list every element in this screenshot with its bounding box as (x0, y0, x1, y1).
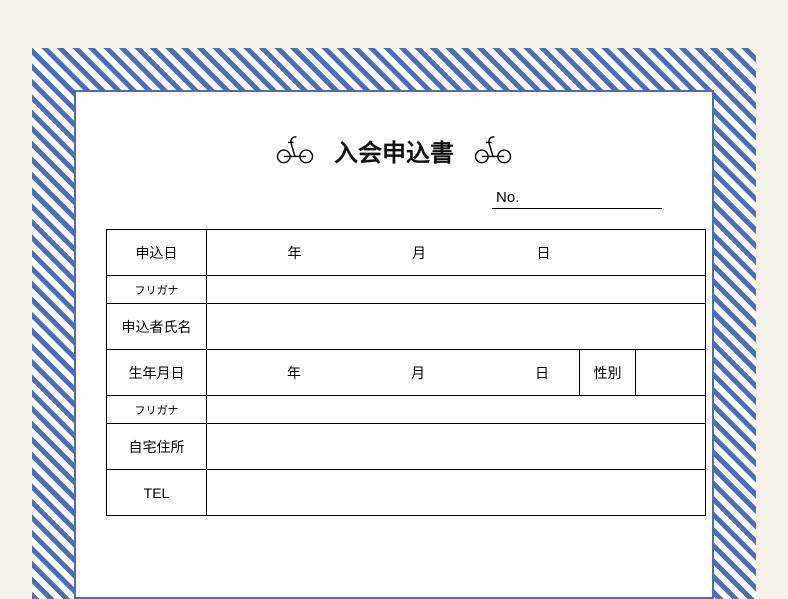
bicycle-icon (274, 132, 316, 169)
applicant-name-label: 申込者氏名 (107, 304, 207, 350)
application-form-table: 申込日 年 月 日 フリガナ 申込者氏名 生年月日 (106, 229, 706, 516)
furigana2-cell[interactable] (207, 396, 706, 424)
no-label: No. (496, 189, 519, 206)
application-date-label: 申込日 (107, 230, 207, 276)
gender-label: 性別 (580, 350, 636, 396)
day-unit: 日 (537, 245, 551, 261)
page-title: 入会申込書 (334, 133, 454, 168)
day-unit: 日 (535, 365, 549, 381)
home-address-cell[interactable] (207, 424, 706, 470)
year-unit: 年 (287, 365, 301, 381)
year-unit: 年 (288, 245, 302, 261)
home-address-label: 自宅住所 (107, 424, 207, 470)
tel-label: TEL (107, 470, 207, 516)
application-date-cell[interactable]: 年 月 日 (207, 230, 706, 276)
no-field[interactable]: No. (492, 187, 662, 209)
applicant-name-cell[interactable] (207, 304, 706, 350)
month-unit: 月 (412, 245, 426, 261)
decorative-border: 入会申込書 No. (32, 48, 756, 599)
gender-cell[interactable] (636, 350, 706, 396)
furigana1-cell[interactable] (207, 276, 706, 304)
bicycle-icon (472, 132, 514, 169)
furigana2-label: フリガナ (107, 396, 207, 424)
tel-cell[interactable] (207, 470, 706, 516)
birthday-date-cell[interactable]: 年 月 日 (207, 350, 580, 396)
no-row: No. (106, 187, 682, 209)
birthday-label: 生年月日 (107, 350, 207, 396)
form-page: 入会申込書 No. (74, 90, 714, 599)
title-row: 入会申込書 (106, 132, 682, 169)
furigana1-label: フリガナ (107, 276, 207, 304)
month-unit: 月 (411, 365, 425, 381)
